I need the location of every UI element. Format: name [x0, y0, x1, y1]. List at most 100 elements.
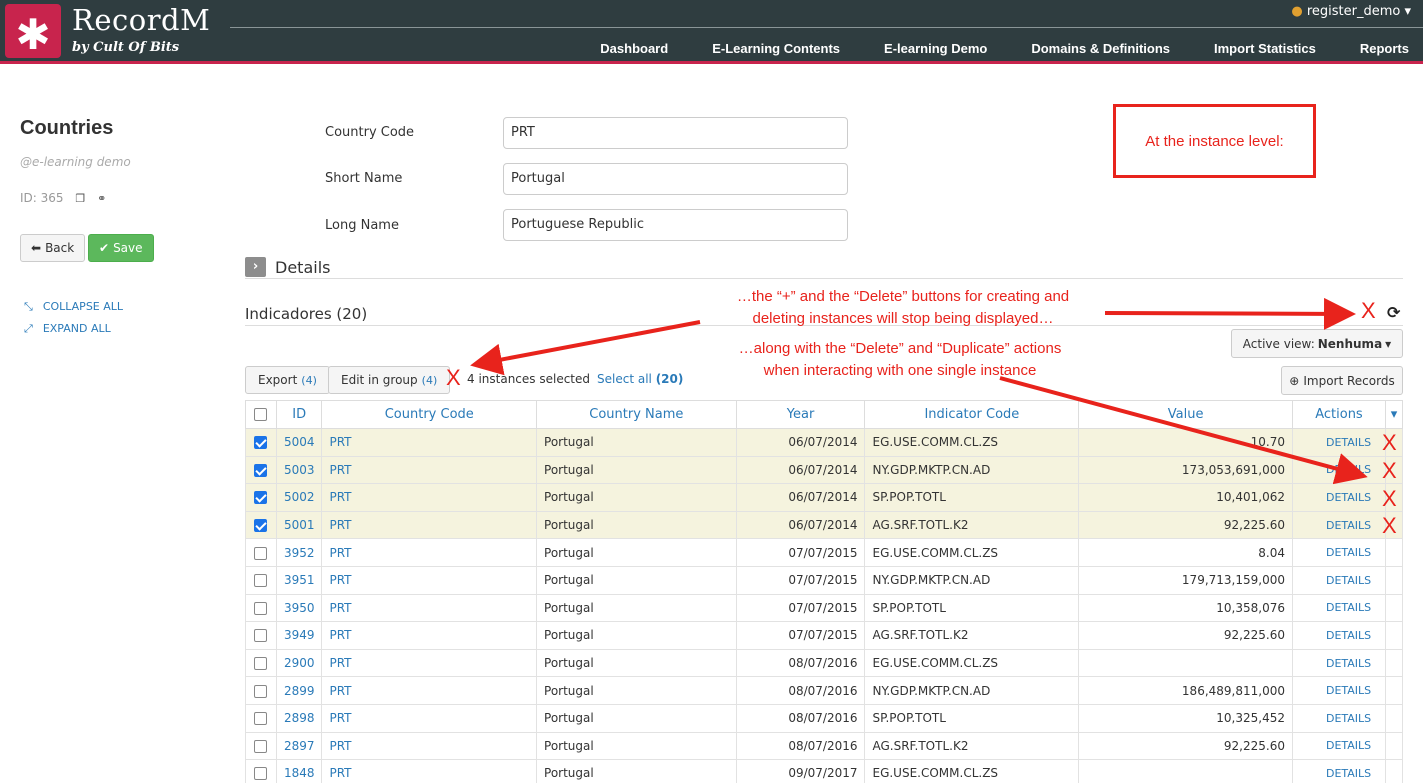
- row-id-link[interactable]: 3949: [275, 621, 323, 650]
- row-country-code-link[interactable]: PRT: [321, 483, 538, 512]
- row-checkbox-cell[interactable]: [245, 483, 277, 512]
- row-checkbox-cell[interactable]: [245, 565, 277, 595]
- row-details-link[interactable]: DETAILS: [1291, 593, 1386, 623]
- row-id-link[interactable]: 5003: [275, 455, 323, 485]
- select-all-checkbox-cell[interactable]: [245, 400, 277, 429]
- nav-import-statistics[interactable]: Import Statistics: [1192, 41, 1338, 56]
- row-country-code-link[interactable]: PRT: [321, 565, 538, 595]
- row-details-link[interactable]: DETAILS: [1291, 703, 1386, 733]
- row-country-code-link[interactable]: PRT: [321, 759, 538, 783]
- row-id-link[interactable]: 2898: [275, 703, 323, 733]
- row-details-link[interactable]: DETAILS: [1291, 538, 1386, 567]
- table-row[interactable]: 5002 PRT Portugal 06/07/2014 SP.POP.TOTL 10,4…: [245, 483, 1404, 512]
- link-icon[interactable]: ⚭: [97, 192, 106, 205]
- row-checkbox[interactable]: [254, 767, 268, 781]
- row-checkbox[interactable]: [254, 629, 268, 643]
- row-checkbox-cell[interactable]: [245, 676, 277, 705]
- table-row[interactable]: 3951 PRT Portugal 07/07/2015 NY.GDP.MKTP.CN.…: [245, 565, 1404, 595]
- row-id-link[interactable]: 5002: [275, 483, 323, 512]
- row-country-code-link[interactable]: PRT: [321, 703, 538, 733]
- row-country-code-link[interactable]: PRT: [321, 731, 538, 761]
- row-checkbox-cell[interactable]: [245, 731, 277, 761]
- column-header-country-code[interactable]: Country Code: [321, 400, 538, 429]
- row-checkbox[interactable]: [254, 684, 268, 698]
- expand-all-link[interactable]: ⤢ EXPAND ALL: [24, 322, 111, 336]
- short-name-field[interactable]: Portugal: [503, 163, 848, 195]
- country-code-field[interactable]: PRT: [503, 117, 848, 149]
- row-details-link[interactable]: DETAILS: [1291, 731, 1386, 761]
- row-id-link[interactable]: 2899: [275, 676, 323, 705]
- table-row[interactable]: 2897 PRT Portugal 08/07/2016 AG.SRF.TOTL.K2 9…: [245, 731, 1404, 761]
- details-section-toggle[interactable]: › Details: [245, 256, 1403, 279]
- row-id-link[interactable]: 5004: [275, 428, 323, 457]
- table-row[interactable]: 2898 PRT Portugal 08/07/2016 SP.POP.TOTL 10,3…: [245, 703, 1404, 733]
- row-checkbox-cell[interactable]: [245, 428, 277, 457]
- nav-reports[interactable]: Reports: [1338, 41, 1423, 56]
- long-name-field[interactable]: Portuguese Republic: [503, 209, 848, 241]
- column-menu-icon[interactable]: ▾: [1384, 400, 1404, 429]
- copy-icon[interactable]: ❐: [75, 192, 85, 205]
- nav-elearning-contents[interactable]: E-Learning Contents: [690, 41, 862, 56]
- column-header-year[interactable]: Year: [735, 400, 866, 429]
- table-row[interactable]: 1848 PRT Portugal 09/07/2017 EG.USE.COMM.CL.…: [245, 759, 1404, 783]
- table-row[interactable]: 3949 PRT Portugal 07/07/2015 AG.SRF.TOTL.K2 9…: [245, 621, 1404, 650]
- active-view-dropdown[interactable]: Active view: Nenhuma ▾: [1231, 329, 1403, 358]
- row-checkbox[interactable]: [254, 491, 268, 505]
- row-checkbox[interactable]: [254, 601, 268, 615]
- row-id-link[interactable]: 3950: [275, 593, 323, 623]
- row-country-code-link[interactable]: PRT: [321, 428, 538, 457]
- nav-elearning-demo[interactable]: E-learning Demo: [862, 41, 1009, 56]
- refresh-icon[interactable]: ⟳: [1387, 303, 1400, 322]
- row-checkbox-cell[interactable]: [245, 648, 277, 678]
- row-details-link[interactable]: DETAILS: [1291, 648, 1386, 678]
- user-menu[interactable]: ● register_demo ▾: [1291, 4, 1411, 19]
- column-header-country-name[interactable]: Country Name: [536, 400, 737, 429]
- back-button[interactable]: ⬅ Back: [20, 234, 86, 262]
- logo-icon[interactable]: ✱: [5, 4, 61, 59]
- row-details-link[interactable]: DETAILS: [1291, 510, 1386, 540]
- row-checkbox[interactable]: [254, 546, 268, 560]
- row-country-code-link[interactable]: PRT: [321, 593, 538, 623]
- table-row[interactable]: 5001 PRT Portugal 06/07/2014 AG.SRF.TOTL.K2 9…: [245, 510, 1404, 540]
- row-country-code-link[interactable]: PRT: [321, 538, 538, 567]
- select-all-checkbox[interactable]: [254, 408, 268, 421]
- row-country-code-link[interactable]: PRT: [321, 648, 538, 678]
- export-button[interactable]: Export (4): [245, 366, 330, 394]
- row-country-code-link[interactable]: PRT: [321, 621, 538, 650]
- row-checkbox-cell[interactable]: [245, 703, 277, 733]
- import-records-button[interactable]: ⊕ Import Records: [1281, 366, 1403, 395]
- row-id-link[interactable]: 3951: [275, 565, 323, 595]
- table-row[interactable]: 2899 PRT Portugal 08/07/2016 NY.GDP.MKTP.CN.…: [245, 676, 1404, 705]
- row-checkbox[interactable]: [254, 712, 268, 726]
- row-details-link[interactable]: DETAILS: [1291, 676, 1386, 705]
- row-checkbox-cell[interactable]: [245, 538, 277, 567]
- row-checkbox[interactable]: [254, 657, 268, 671]
- table-row[interactable]: 5004 PRT Portugal 06/07/2014 EG.USE.COMM.CL.…: [245, 428, 1404, 457]
- column-header-value[interactable]: Value: [1078, 400, 1293, 429]
- row-checkbox-cell[interactable]: [245, 510, 277, 540]
- edit-in-group-button[interactable]: Edit in group (4): [328, 366, 451, 394]
- row-checkbox-cell[interactable]: [245, 593, 277, 623]
- nav-dashboard[interactable]: Dashboard: [578, 41, 690, 56]
- row-checkbox[interactable]: [254, 574, 268, 588]
- column-header-id[interactable]: ID: [275, 400, 323, 429]
- select-all-link[interactable]: Select all (20): [597, 372, 683, 386]
- row-checkbox-cell[interactable]: [245, 455, 277, 485]
- row-country-code-link[interactable]: PRT: [321, 676, 538, 705]
- table-row[interactable]: 5003 PRT Portugal 06/07/2014 NY.GDP.MKTP.CN.…: [245, 455, 1404, 485]
- column-header-indicator-code[interactable]: Indicator Code: [864, 400, 1080, 429]
- row-checkbox-cell[interactable]: [245, 759, 277, 783]
- brand-name[interactable]: RecordM: [72, 3, 210, 37]
- row-details-link[interactable]: DETAILS: [1291, 759, 1386, 783]
- row-country-code-link[interactable]: PRT: [321, 455, 538, 485]
- row-country-code-link[interactable]: PRT: [321, 510, 538, 540]
- nav-domains-definitions[interactable]: Domains & Definitions: [1009, 41, 1192, 56]
- table-row[interactable]: 3952 PRT Portugal 07/07/2015 EG.USE.COMM.CL.…: [245, 538, 1404, 567]
- row-id-link[interactable]: 3952: [275, 538, 323, 567]
- row-details-link[interactable]: DETAILS: [1291, 428, 1386, 457]
- row-checkbox[interactable]: [254, 739, 268, 753]
- row-id-link[interactable]: 5001: [275, 510, 323, 540]
- row-details-link[interactable]: DETAILS: [1291, 455, 1386, 485]
- save-button[interactable]: ✔ Save: [88, 234, 154, 262]
- row-details-link[interactable]: DETAILS: [1291, 621, 1386, 650]
